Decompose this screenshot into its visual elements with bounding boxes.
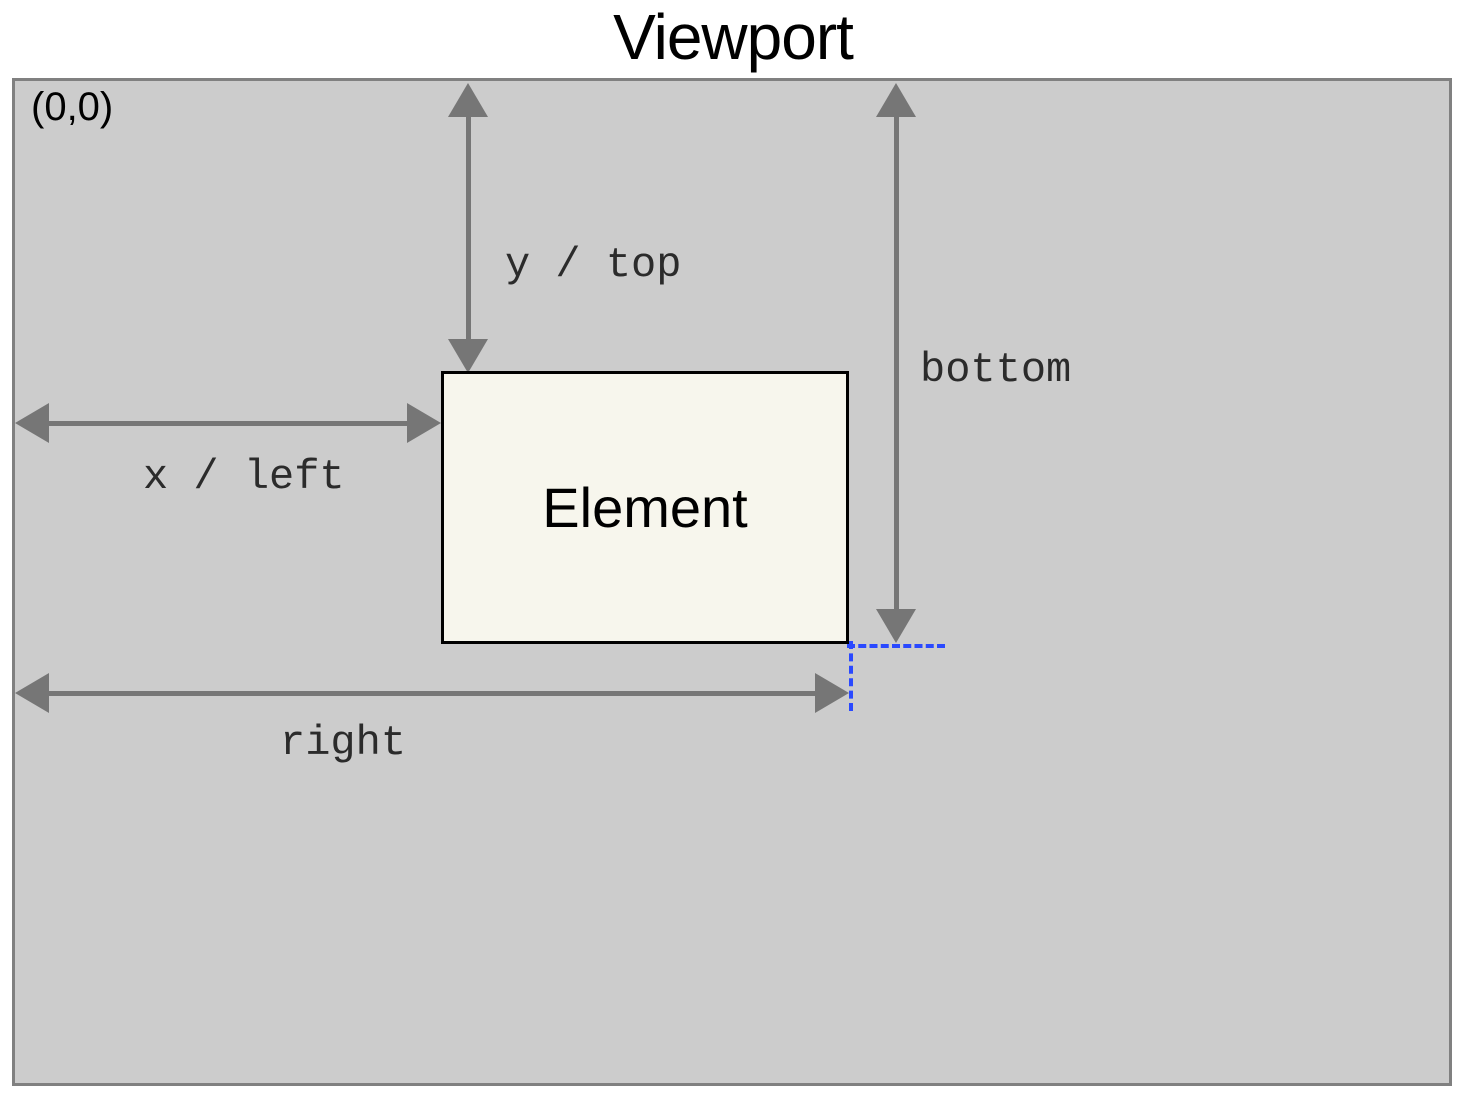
arrow-bottom-line [894, 111, 899, 617]
arrow-x-left-head-right [407, 403, 441, 443]
diagram-title: Viewport [0, 0, 1466, 74]
element-box: Element [441, 371, 849, 644]
arrow-right-line [43, 691, 823, 696]
arrow-y-top-head-up [448, 83, 488, 117]
element-label: Element [542, 475, 747, 540]
diagram-stage: Viewport (0,0) y / top x / left bottom r… [0, 0, 1466, 1099]
label-right: right [280, 719, 406, 767]
arrow-bottom-head-up [876, 83, 916, 117]
arrow-y-top-head-down [448, 339, 488, 373]
label-x-left: x / left [143, 453, 345, 501]
label-y-top: y / top [505, 241, 681, 289]
origin-label: (0,0) [31, 85, 113, 130]
arrow-right-head-right [815, 673, 849, 713]
arrow-y-top-line [466, 111, 471, 343]
arrow-x-left-line [43, 421, 413, 426]
arrow-right-head-left [15, 673, 49, 713]
arrow-x-left-head-left [15, 403, 49, 443]
label-bottom: bottom [920, 346, 1071, 394]
arrow-bottom-head-down [876, 609, 916, 643]
guide-dashed-vertical [849, 641, 853, 711]
guide-dashed-horizontal [847, 644, 945, 648]
viewport-box: (0,0) y / top x / left bottom right Elem… [12, 78, 1452, 1086]
